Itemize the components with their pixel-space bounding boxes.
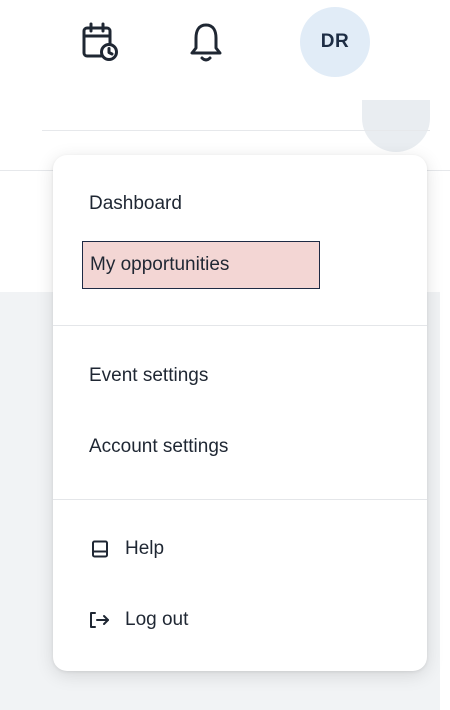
header-divider bbox=[42, 130, 430, 131]
avatar-initials: DR bbox=[320, 31, 350, 52]
menu-item-label: Help bbox=[125, 538, 165, 559]
user-dropdown-menu: Dashboard My opportunities Event setting… bbox=[53, 155, 427, 671]
menu-item-my-opportunities[interactable]: My opportunities bbox=[82, 241, 320, 289]
menu-item-help[interactable]: Help bbox=[89, 526, 164, 572]
menu-item-event-settings[interactable]: Event settings bbox=[89, 353, 208, 399]
menu-item-label: Account settings bbox=[89, 436, 229, 457]
menu-item-label: Event settings bbox=[89, 365, 209, 386]
logout-icon bbox=[89, 609, 111, 631]
menu-item-account-settings[interactable]: Account settings bbox=[89, 424, 228, 470]
book-icon bbox=[89, 538, 111, 560]
menu-separator bbox=[53, 499, 427, 500]
user-avatar[interactable]: DR bbox=[300, 7, 370, 77]
menu-item-label: My opportunities bbox=[90, 254, 230, 275]
menu-item-label: Dashboard bbox=[89, 193, 182, 214]
menu-item-log-out[interactable]: Log out bbox=[89, 597, 188, 643]
menu-separator bbox=[53, 325, 427, 326]
menu-item-dashboard[interactable]: Dashboard bbox=[89, 181, 182, 227]
menu-item-label: Log out bbox=[125, 609, 189, 630]
bell-icon[interactable] bbox=[186, 20, 226, 64]
calendar-clock-icon[interactable] bbox=[80, 20, 120, 64]
